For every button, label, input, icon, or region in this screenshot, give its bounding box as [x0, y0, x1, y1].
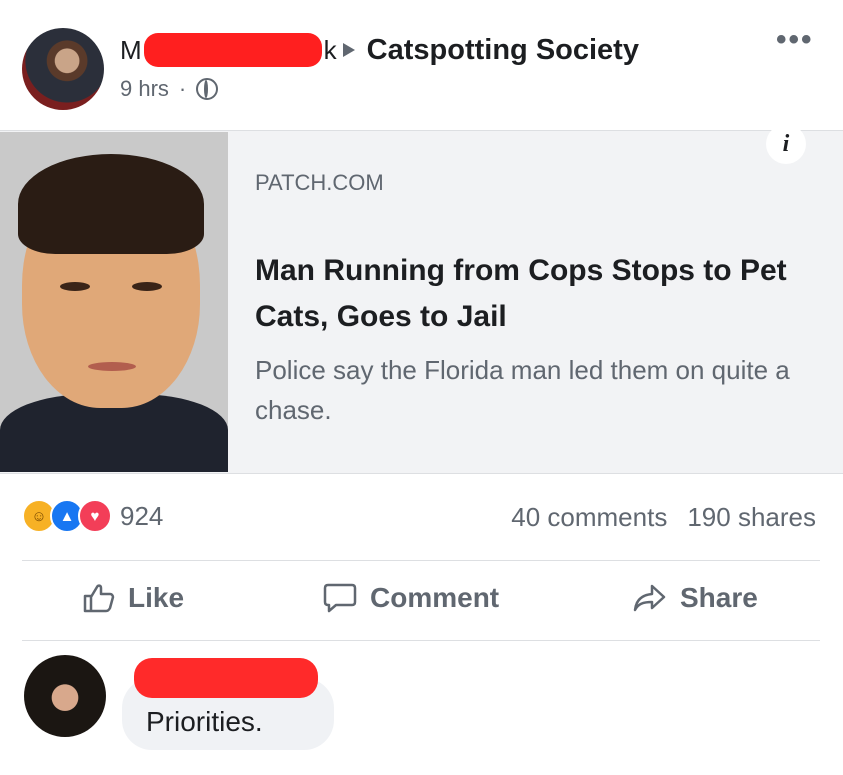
- author-name-end[interactable]: k: [324, 35, 337, 66]
- shares-count[interactable]: 190 shares: [687, 502, 816, 533]
- post-header: M k Catspotting Society: [120, 30, 639, 70]
- mugshot-eye-right: [132, 282, 162, 291]
- share-button[interactable]: Share: [632, 582, 758, 614]
- post-meta: 9 hrs ·: [120, 76, 219, 102]
- like-label: Like: [128, 582, 185, 613]
- divider-top: [22, 560, 820, 561]
- divider-bottom: [22, 640, 820, 641]
- comment-label: Comment: [370, 582, 500, 613]
- link-description: Police say the Florida man led them on q…: [255, 355, 790, 425]
- more-options-icon[interactable]: •••: [776, 25, 814, 55]
- redacted-author-name: [143, 33, 322, 67]
- commenter-avatar[interactable]: [24, 655, 106, 737]
- author-name-start[interactable]: M: [120, 35, 142, 66]
- author-avatar[interactable]: [22, 28, 104, 110]
- arrow-right-icon: [342, 43, 355, 57]
- globe-icon: [196, 78, 219, 100]
- link-headline[interactable]: Man Running from Cops Stops to Pet Cats,…: [255, 248, 825, 340]
- link-preview-image[interactable]: [0, 132, 228, 472]
- engagement-counts: 40 comments 190 shares: [511, 502, 816, 533]
- meta-separator: ·: [178, 76, 187, 101]
- redacted-commenter-name: [134, 658, 318, 698]
- comments-count[interactable]: 40 comments: [511, 502, 667, 533]
- link-domain: PATCH.COM: [255, 170, 384, 195]
- mugshot-mouth: [88, 362, 136, 371]
- reaction-count[interactable]: 924: [120, 501, 163, 532]
- comment-icon: [323, 583, 357, 613]
- group-name-link[interactable]: Catspotting Society: [367, 34, 639, 67]
- love-reaction-icon: ♥: [78, 499, 112, 533]
- info-icon[interactable]: i: [766, 124, 806, 164]
- comment-button[interactable]: Comment: [322, 582, 499, 614]
- comment-text: Priorities.: [146, 706, 263, 737]
- like-button[interactable]: Like: [82, 582, 184, 614]
- share-icon: [633, 584, 666, 612]
- thumbs-up-icon: [83, 584, 115, 613]
- mugshot-eye-left: [60, 282, 90, 291]
- mugshot-hair: [18, 154, 204, 254]
- share-label: Share: [680, 582, 758, 613]
- reactions-summary[interactable]: ☺ ▲ ♥ 924: [22, 499, 163, 533]
- post-timestamp[interactable]: 9 hrs: [120, 76, 169, 102]
